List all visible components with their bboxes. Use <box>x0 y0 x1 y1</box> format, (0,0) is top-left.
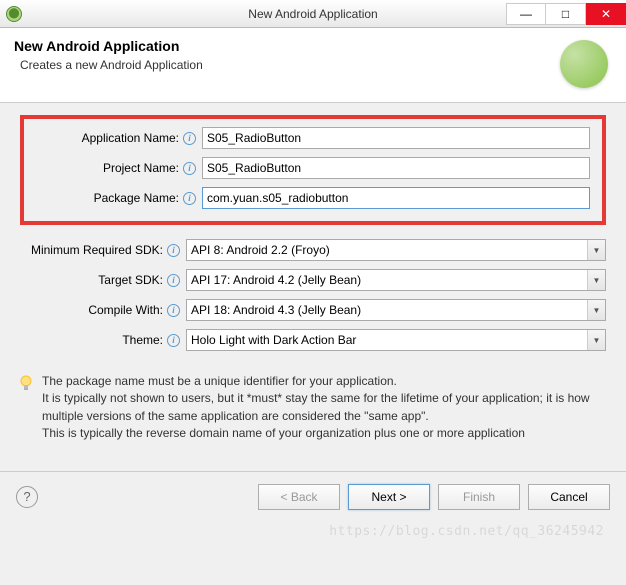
min-sdk-select-wrap: ▼ <box>186 239 606 261</box>
watermark: https://blog.csdn.net/qq_36245942 <box>329 524 604 539</box>
page-subtitle: Creates a new Android Application <box>20 58 560 72</box>
info-icon[interactable]: i <box>167 334 180 347</box>
hint-text: The package name must be a unique identi… <box>42 373 608 443</box>
label-application-name: Application Name: <box>36 131 181 145</box>
target-sdk-select[interactable] <box>186 269 606 291</box>
label-theme: Theme: <box>20 333 165 347</box>
window-title: New Android Application <box>248 7 377 21</box>
info-icon[interactable]: i <box>167 274 180 287</box>
button-bar: ? < Back Next > Finish Cancel <box>0 472 626 522</box>
info-icon[interactable]: i <box>167 244 180 257</box>
min-sdk-select[interactable] <box>186 239 606 261</box>
close-button[interactable]: ✕ <box>586 3 626 25</box>
project-name-input[interactable] <box>202 157 590 179</box>
info-icon[interactable]: i <box>183 192 196 205</box>
application-name-input[interactable] <box>202 127 590 149</box>
compile-with-select-wrap: ▼ <box>186 299 606 321</box>
row-min-sdk: Minimum Required SDK: i ▼ <box>20 239 606 261</box>
maximize-button[interactable]: □ <box>546 3 586 25</box>
header-text: New Android Application Creates a new An… <box>14 38 560 72</box>
theme-select[interactable] <box>186 329 606 351</box>
target-sdk-select-wrap: ▼ <box>186 269 606 291</box>
row-target-sdk: Target SDK: i ▼ <box>20 269 606 291</box>
form-area: Application Name: i Project Name: i Pack… <box>0 103 626 365</box>
next-button[interactable]: Next > <box>348 484 430 510</box>
info-icon[interactable]: i <box>167 304 180 317</box>
compile-with-select[interactable] <box>186 299 606 321</box>
row-package-name: Package Name: i <box>36 187 590 209</box>
row-compile-with: Compile With: i ▼ <box>20 299 606 321</box>
lightbulb-icon <box>18 375 34 391</box>
android-icon <box>560 40 608 88</box>
package-name-input[interactable] <box>202 187 590 209</box>
label-compile-with: Compile With: <box>20 303 165 317</box>
info-icon[interactable]: i <box>183 162 196 175</box>
theme-select-wrap: ▼ <box>186 329 606 351</box>
dialog-header: New Android Application Creates a new An… <box>0 28 626 103</box>
row-theme: Theme: i ▼ <box>20 329 606 351</box>
finish-button[interactable]: Finish <box>438 484 520 510</box>
minimize-button[interactable]: — <box>506 3 546 25</box>
label-project-name: Project Name: <box>36 161 181 175</box>
row-application-name: Application Name: i <box>36 127 590 149</box>
info-icon[interactable]: i <box>183 132 196 145</box>
row-project-name: Project Name: i <box>36 157 590 179</box>
window-buttons: — □ ✕ <box>506 3 626 25</box>
back-button[interactable]: < Back <box>258 484 340 510</box>
cancel-button[interactable]: Cancel <box>528 484 610 510</box>
page-title: New Android Application <box>14 38 560 54</box>
highlighted-fields: Application Name: i Project Name: i Pack… <box>20 115 606 225</box>
app-icon: ⬤ <box>6 6 22 22</box>
label-target-sdk: Target SDK: <box>20 273 165 287</box>
label-min-sdk: Minimum Required SDK: <box>20 243 165 257</box>
hint-area: The package name must be a unique identi… <box>0 365 626 455</box>
help-icon[interactable]: ? <box>16 486 38 508</box>
label-package-name: Package Name: <box>36 191 181 205</box>
titlebar: ⬤ New Android Application — □ ✕ <box>0 0 626 28</box>
